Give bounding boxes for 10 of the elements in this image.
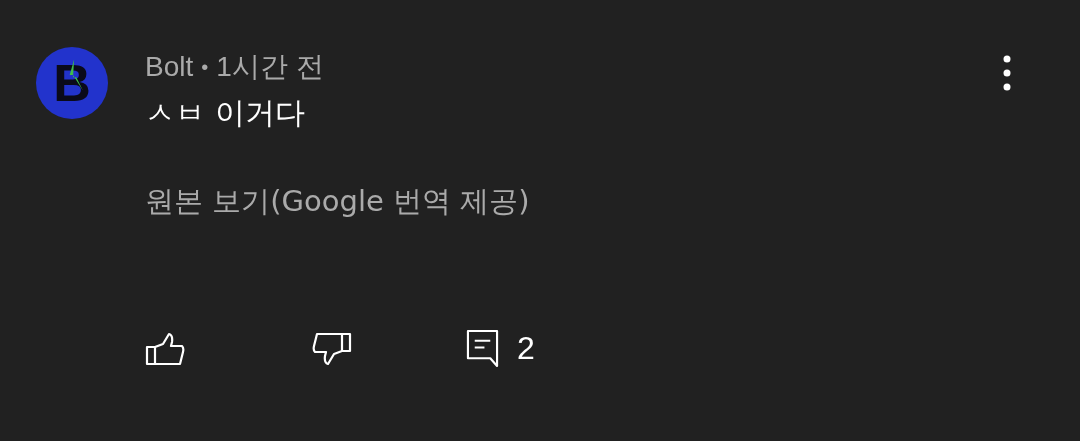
thumbs-down-icon[interactable] [312, 331, 352, 366]
author-name: Bolt [145, 50, 194, 84]
more-options-icon[interactable] [1002, 55, 1012, 91]
comment-text: ㅅㅂ 이거다 [145, 94, 306, 132]
separator: • [201, 55, 209, 80]
timestamp: 1시간 전 [216, 50, 324, 84]
thumbs-up-icon[interactable] [145, 331, 185, 366]
translation-link[interactable]: 원본 보기(Google 번역 제공) [145, 184, 530, 218]
reply-button[interactable]: 2 [466, 329, 535, 368]
comment-icon [466, 329, 499, 368]
